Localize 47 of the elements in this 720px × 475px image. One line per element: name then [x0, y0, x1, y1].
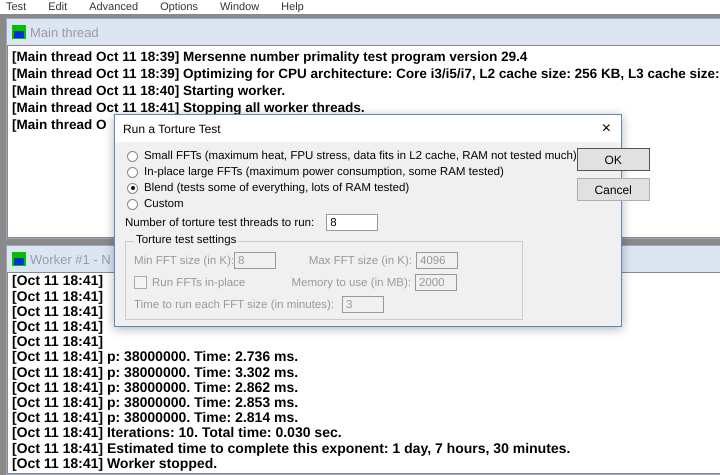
window-title: Main thread: [30, 24, 99, 40]
log-line: [Main thread Oct 11 18:39] Mersenne number primality test program version 29.4: [12, 48, 528, 65]
menu-item[interactable]: Edit: [48, 0, 68, 14]
radio-button[interactable]: [127, 182, 138, 194]
field-label: Number of torture test threads to run:: [125, 216, 314, 228]
log-line: [Oct 11 18:41]: [12, 334, 104, 350]
field-label: Max FFT size (in K):: [308, 254, 412, 266]
log-line: [Oct 11 18:41] Iterations: 10. Total time: 0.030 sec.: [12, 425, 342, 441]
radio-button[interactable]: [127, 166, 138, 178]
group-title: Torture test settings: [134, 234, 238, 246]
app-icon: [12, 252, 26, 266]
close-button[interactable]: ×: [602, 120, 611, 138]
input-field[interactable]: 8: [326, 214, 378, 231]
option-label[interactable]: Blend (tests some of everything, lots of RAM tested): [144, 182, 410, 194]
menu-item[interactable]: Advanced: [89, 0, 138, 14]
field-label: Memory to use (in MB):: [290, 276, 411, 288]
radio-button[interactable]: [127, 150, 138, 162]
log-line: [Oct 11 18:41] p: 38000000. Time: 2.814 ms.: [12, 410, 298, 426]
log-line: [Oct 11 18:41] p: 38000000. Time: 3.302 ms.: [12, 364, 298, 380]
menu-item[interactable]: Options: [160, 0, 198, 14]
log-line: [Oct 11 18:41] Estimated time to complete this exponent: 1 day, 7 hours, 30 minutes.: [12, 440, 570, 456]
radio-button[interactable]: [127, 198, 138, 210]
log-line: [Oct 11 18:41] Worker stopped.: [12, 456, 218, 471]
option-label[interactable]: Custom: [144, 198, 184, 210]
option-label[interactable]: In-place large FFTs (maximum power consumption, some RAM tested): [144, 166, 504, 178]
log-line: [Oct 11 18:41] p: 38000000. Time: 2.853 ms.: [12, 394, 298, 410]
menu-item[interactable]: Test: [6, 0, 26, 14]
log-line: [Oct 11 18:41] p: 38000000. Time: 2.862 ms.: [12, 380, 298, 395]
field-label: Min FFT size (in K):: [134, 254, 234, 266]
dialog-title: Run a Torture Test: [123, 122, 221, 136]
log-line: [Main thread Oct 11 18:39] Optimizing for CPU architecture: Core i3/i5/i7, L2 cache size: 256 KB, L3 cache size:: [12, 65, 720, 82]
dialog-button[interactable]: Cancel: [576, 178, 650, 201]
log-line: [Main thread O: [12, 116, 107, 133]
menu-item[interactable]: Window: [220, 0, 260, 14]
log-line: [Oct 11 18:41]: [12, 304, 104, 319]
log-line: [Main thread Oct 11 18:40] Starting worker.: [12, 82, 286, 99]
dialog-button[interactable]: OK: [576, 148, 650, 171]
log-line: [Oct 11 18:41]: [12, 318, 104, 334]
app-icon: [12, 25, 26, 39]
log-line: [Main thread Oct 11 18:41] Stopping all worker threads.: [12, 99, 365, 116]
field-label: Time to run each FFT size (in minutes):: [134, 298, 334, 310]
log-line: [Oct 11 18:41] p: 38000000. Time: 2.736 ms.: [12, 349, 298, 365]
option-label[interactable]: Small FFTs (maximum heat, FPU stress, data fits in L2 cache, RAM not tested much): [144, 150, 577, 162]
log-line: [Oct 11 18:41]: [12, 288, 104, 304]
window-title: Worker #1 - N: [30, 252, 111, 267]
log-line: [Oct 11 18:41]: [12, 273, 104, 289]
menu-item[interactable]: Help: [281, 0, 304, 14]
